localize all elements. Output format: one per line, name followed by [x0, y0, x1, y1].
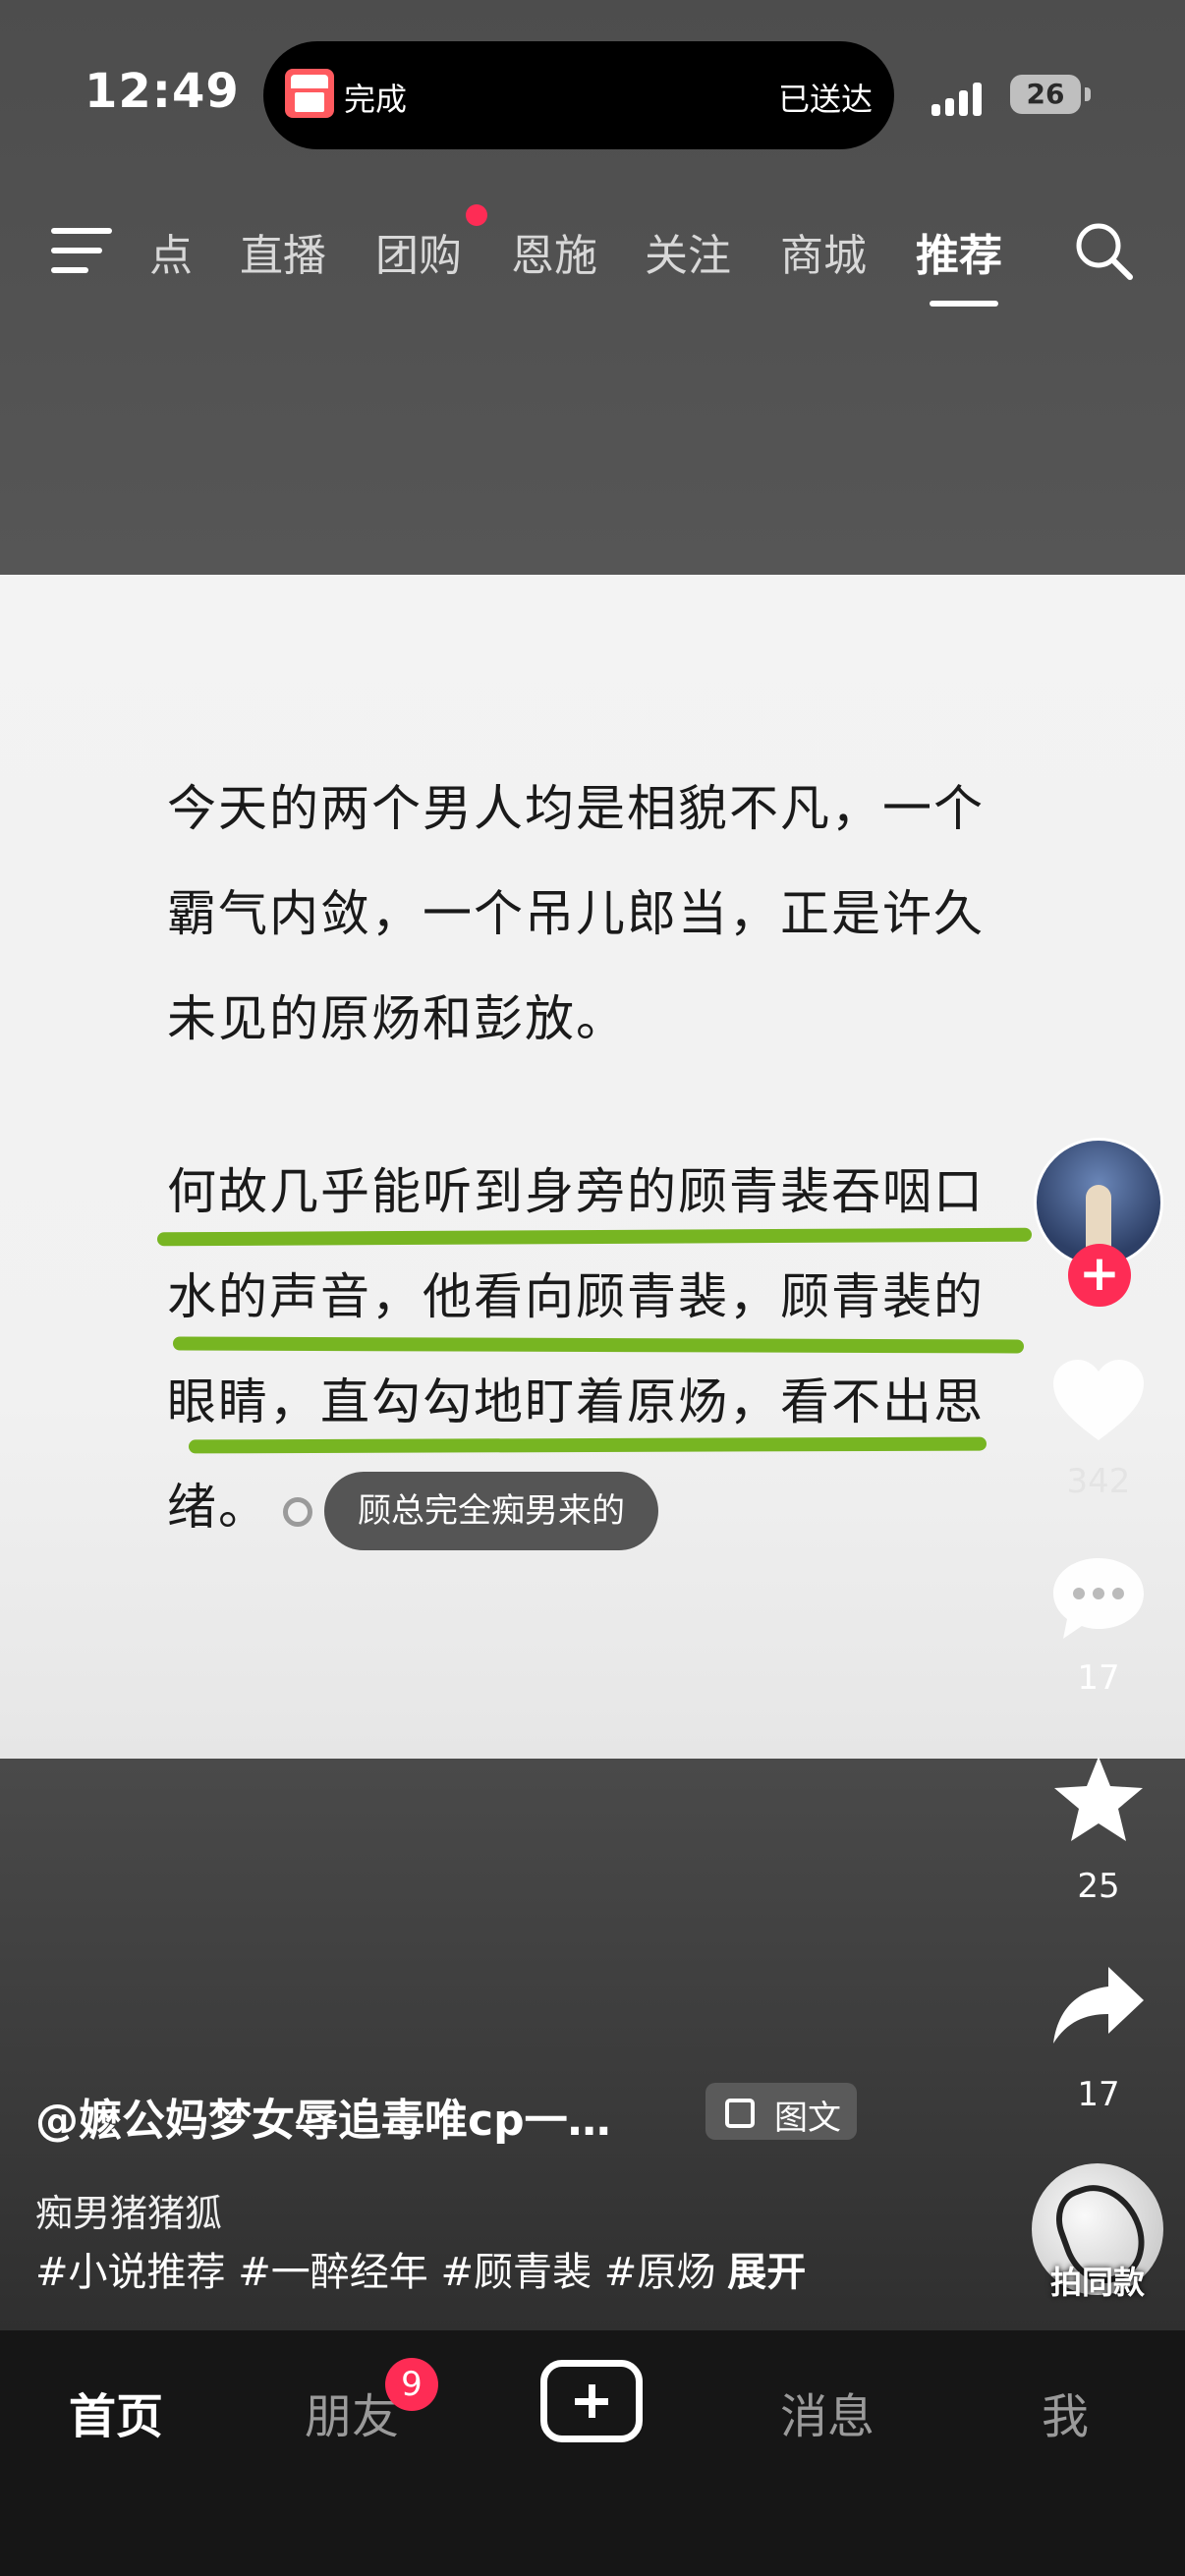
paragraph-2-line: 何故几乎能听到身旁的顾青裴吞咽口 [167, 1163, 985, 1220]
store-icon [285, 69, 334, 118]
battery-icon: 26 [1010, 75, 1081, 114]
favorite-count: 25 [1077, 1867, 1120, 1906]
share-count: 17 [1077, 2075, 1120, 2114]
expand-button[interactable]: 展开 [727, 2250, 806, 2295]
notification-dot [466, 204, 487, 226]
image-text-icon [725, 2099, 755, 2128]
battery-cap [1085, 87, 1091, 101]
paragraph-1-line: 未见的原炀和彭放。 [167, 990, 627, 1047]
paragraph-1-line: 今天的两个男人均是相貌不凡，一个 [167, 780, 985, 837]
dynamic-island[interactable]: 完成 已送达 [263, 41, 894, 149]
tab-mall[interactable]: 商城 [780, 220, 867, 283]
top-nav: 点 直播 团购 恩施 关注 商城 推荐 [0, 196, 1185, 314]
island-right-text: 已送达 [777, 81, 873, 118]
comment-count: 17 [1077, 1658, 1120, 1698]
tab-group-buy[interactable]: 团购 [375, 220, 462, 283]
comment-icon[interactable] [1049, 1554, 1148, 1643]
search-icon[interactable] [1073, 220, 1134, 281]
active-tab-indicator [930, 301, 998, 307]
create-post-button[interactable] [540, 2360, 643, 2442]
paragraph-2-line: 水的声音，他看向顾青裴，顾青裴的 [167, 1268, 985, 1325]
hashtags-line: #小说推荐 #一醉经年 #顾青裴 #原炀 展开 [35, 2240, 806, 2297]
star-icon[interactable] [1049, 1755, 1148, 1843]
post-type-label: 图文 [774, 2099, 841, 2138]
paragraph-2-line: 眼睛，直勾勾地盯着原炀，看不出思 [167, 1373, 985, 1430]
status-bar: 12:49 完成 已送达 26 [0, 0, 1185, 149]
paragraph-1: 今天的两个男人均是相貌不凡，一个 霸气内敛，一个吊儿郎当，正是许久 未见的原炀和… [167, 756, 1032, 1072]
status-time: 12:49 [85, 64, 240, 119]
post-description: 痴男猪猪狐 [35, 2192, 223, 2235]
friends-badge: 9 [385, 2358, 438, 2411]
comment-anchor-dot[interactable] [283, 1497, 312, 1527]
post-type-tag: 图文 [705, 2083, 857, 2140]
like-count: 342 [1066, 1462, 1131, 1501]
tab-live[interactable]: 直播 [240, 220, 326, 283]
tab-point[interactable]: 点 [149, 220, 193, 283]
tab-enshi[interactable]: 恩施 [511, 220, 597, 283]
tab-messages[interactable]: 消息 [780, 2378, 875, 2446]
tab-home[interactable]: 首页 [69, 2378, 163, 2446]
follow-button[interactable]: + [1068, 1244, 1131, 1307]
tab-recommend[interactable]: 推荐 [916, 220, 1002, 283]
author-name[interactable]: @嬷公妈梦女辱追毒唯cp一… [35, 2085, 611, 2148]
tab-following[interactable]: 关注 [645, 220, 731, 283]
hashtags[interactable]: #小说推荐 #一醉经年 #顾青裴 #原炀 [35, 2250, 715, 2295]
paragraph-1-line: 霸气内敛，一个吊儿郎当，正是许久 [167, 885, 985, 942]
share-icon[interactable] [1049, 1963, 1148, 2051]
menu-icon[interactable] [51, 226, 112, 275]
signal-icon [931, 81, 992, 116]
tab-me[interactable]: 我 [1042, 2378, 1089, 2446]
same-style-label: 拍同款 [1049, 2264, 1145, 2301]
comment-bubble[interactable]: 顾总完全痴男来的 [324, 1472, 658, 1550]
heart-icon[interactable] [1049, 1358, 1148, 1446]
island-left-text: 完成 [344, 81, 408, 118]
